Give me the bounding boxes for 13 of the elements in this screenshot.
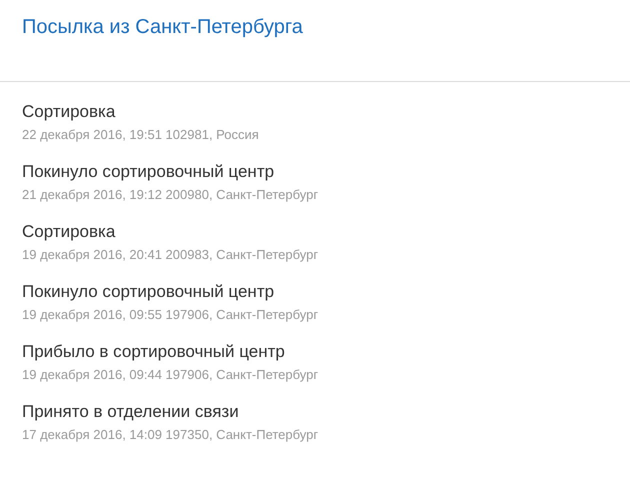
page-title: Посылка из Санкт-Петербурга (22, 15, 304, 40)
event-details: 22 декабря 2016, 19:51 102981, Россия (22, 126, 260, 144)
event-details: 17 декабря 2016, 14:09 197350, Санкт-Петербург (22, 426, 320, 444)
event-details: 21 декабря 2016, 19:12 200980, Санкт-Петербург (22, 186, 320, 204)
event-details: 19 декабря 2016, 09:55 197906, Санкт-Петербург (22, 306, 320, 324)
event-details: 19 декабря 2016, 20:41 200983, Санкт-Петербург (22, 246, 320, 264)
event-status: Принято в отделении связи (22, 401, 240, 423)
event-status: Прибыло в сортировочный центр (22, 341, 286, 363)
event-status: Сортировка (22, 101, 116, 123)
event-status: Сортировка (22, 221, 116, 243)
event-details: 19 декабря 2016, 09:44 197906, Санкт-Петербург (22, 366, 320, 384)
event-status: Покинуло сортировочный центр (22, 161, 276, 183)
event-status: Покинуло сортировочный центр (22, 281, 276, 303)
